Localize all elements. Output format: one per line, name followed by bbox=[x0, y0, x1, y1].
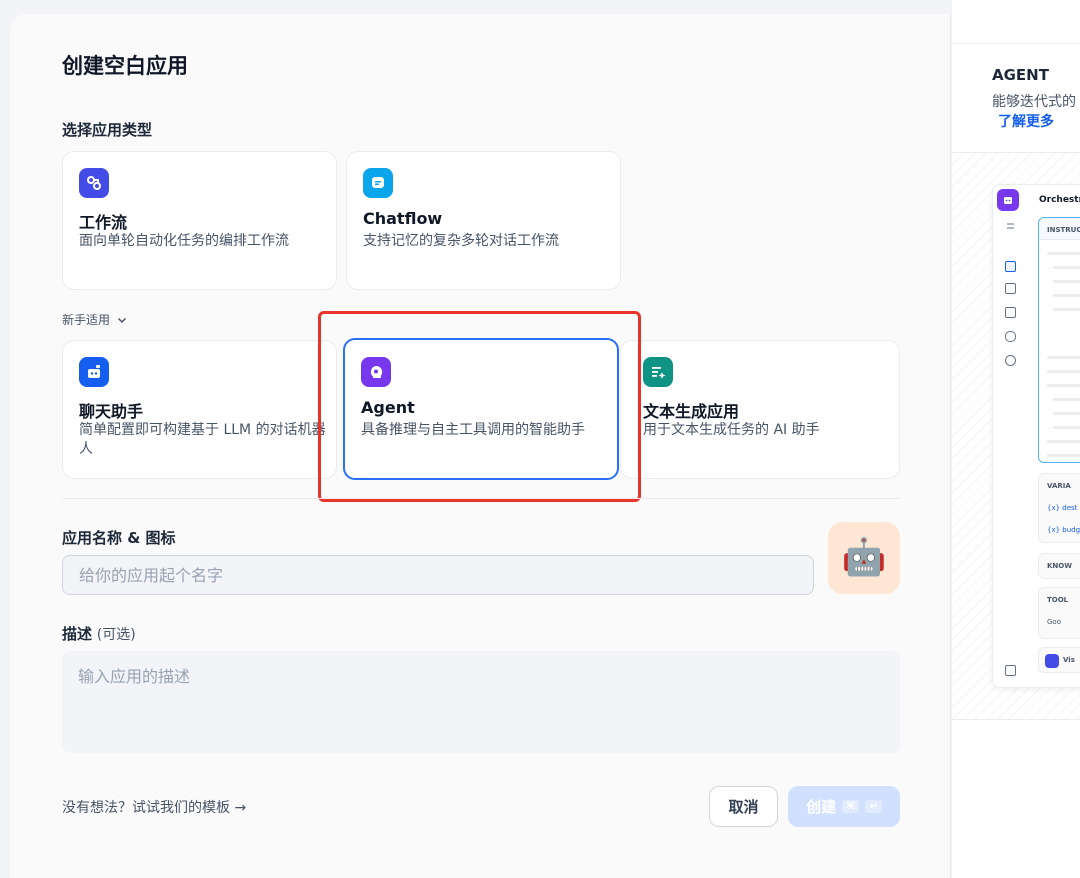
dialog-title: 创建空白应用 bbox=[62, 54, 188, 78]
card-name: Chatflow bbox=[363, 209, 443, 228]
mock-knowledge-box: KNOW bbox=[1038, 553, 1080, 579]
section-divider bbox=[62, 498, 900, 499]
preview-panel: AGENT 能够迭代式的 了解更多 Orchestr INSTRUC VARIA… bbox=[952, 0, 1080, 878]
mock-title: Orchestr bbox=[1039, 195, 1080, 205]
mock-vision-box: Vis bbox=[1038, 647, 1080, 673]
mock-knowledge-label: KNOW bbox=[1047, 562, 1072, 570]
app-name-input[interactable] bbox=[62, 555, 814, 595]
card-desc: 支持记忆的复杂多轮对话工作流 bbox=[363, 233, 559, 249]
app-type-card-agent[interactable]: Agent 具备推理与自主工具调用的智能助手 bbox=[343, 338, 619, 480]
mock-instruction-box: INSTRUC bbox=[1038, 217, 1080, 463]
card-name: Agent bbox=[361, 398, 415, 417]
workflow-icon bbox=[79, 168, 109, 198]
create-button[interactable]: 创建 ⌘ ↵ bbox=[788, 786, 900, 827]
preview-topbar bbox=[952, 0, 1080, 44]
card-desc: 面向单轮自动化任务的编排工作流 bbox=[79, 233, 289, 249]
app-name-label: 应用名称 & 图标 bbox=[62, 529, 176, 547]
app-icon-picker[interactable]: 🤖 bbox=[828, 522, 900, 594]
card-desc: 用于文本生成任务的 AI 助手 bbox=[643, 422, 820, 438]
mock-tools-box: TOOL Goo bbox=[1038, 587, 1080, 639]
card-name: 工作流 bbox=[79, 213, 128, 232]
mock-puzzle-icon bbox=[1005, 331, 1016, 342]
preview-heading: AGENT bbox=[992, 66, 1049, 84]
chatbot-icon bbox=[79, 357, 109, 387]
mock-robot-icon bbox=[997, 189, 1019, 211]
card-desc: 简单配置即可构建基于 LLM 的对话机器人 bbox=[79, 422, 326, 457]
agent-icon bbox=[361, 357, 391, 387]
chatflow-icon bbox=[363, 168, 393, 198]
preview-desc: 能够迭代式的 bbox=[992, 94, 1076, 110]
cancel-button[interactable]: 取消 bbox=[709, 786, 778, 827]
app-type-card-chatbot[interactable]: 聊天助手 简单配置即可构建基于 LLM 的对话机器人 bbox=[62, 340, 337, 479]
mock-terminal-icon bbox=[1005, 283, 1016, 294]
mock-doc-icon bbox=[1005, 307, 1016, 318]
description-label: 描述 (可选) bbox=[62, 625, 136, 643]
mock-eye-icon bbox=[1045, 654, 1059, 668]
mock-variables-label: VARIA bbox=[1047, 482, 1071, 490]
mock-tool-1: Goo bbox=[1047, 618, 1061, 626]
mock-vision-label: Vis bbox=[1063, 656, 1075, 664]
preview-mockup: Orchestr INSTRUC VARIA {x} dest {x} budg… bbox=[992, 184, 1080, 688]
mock-layout-icon bbox=[1005, 261, 1016, 272]
card-desc: 具备推理与自主工具调用的智能助手 bbox=[361, 422, 585, 438]
beginner-label: 新手适用 bbox=[62, 313, 111, 327]
mock-sidebar-toggle-icon bbox=[1005, 665, 1016, 676]
learn-more-link[interactable]: 了解更多 bbox=[998, 111, 1054, 131]
app-type-card-text-generation[interactable]: 文本生成应用 用于文本生成任务的 AI 助手 bbox=[620, 340, 900, 479]
mock-tools-label: TOOL bbox=[1047, 596, 1069, 604]
enter-key-icon: ↵ bbox=[865, 800, 882, 813]
create-label: 创建 bbox=[806, 798, 837, 816]
optional-hint: (可选) bbox=[96, 627, 136, 643]
template-link[interactable]: 没有想法？试试我们的模板 → bbox=[62, 797, 246, 817]
mock-instruction-label: INSTRUC bbox=[1047, 226, 1080, 234]
robot-avatar-icon: 🤖 bbox=[841, 537, 887, 578]
chevron-down-icon bbox=[117, 317, 127, 323]
app-type-label: 选择应用类型 bbox=[62, 121, 153, 139]
text-generation-icon bbox=[643, 357, 673, 387]
mock-variables-box: VARIA {x} dest {x} budg bbox=[1038, 473, 1080, 543]
card-name: 聊天助手 bbox=[79, 402, 144, 421]
mock-var-2: {x} budg bbox=[1047, 526, 1080, 534]
mock-var-1: {x} dest bbox=[1047, 504, 1078, 512]
app-type-card-chatflow[interactable]: Chatflow 支持记忆的复杂多轮对话工作流 bbox=[346, 151, 621, 290]
app-type-card-workflow[interactable]: 工作流 面向单轮自动化任务的编排工作流 bbox=[62, 151, 337, 290]
beginner-toggle[interactable]: 新手适用 bbox=[62, 311, 128, 328]
description-textarea[interactable] bbox=[62, 651, 900, 753]
command-key-icon: ⌘ bbox=[842, 800, 860, 813]
card-name: 文本生成应用 bbox=[643, 402, 740, 421]
mock-gauge-icon bbox=[1005, 355, 1016, 366]
mock-settings-icon bbox=[1005, 217, 1016, 229]
